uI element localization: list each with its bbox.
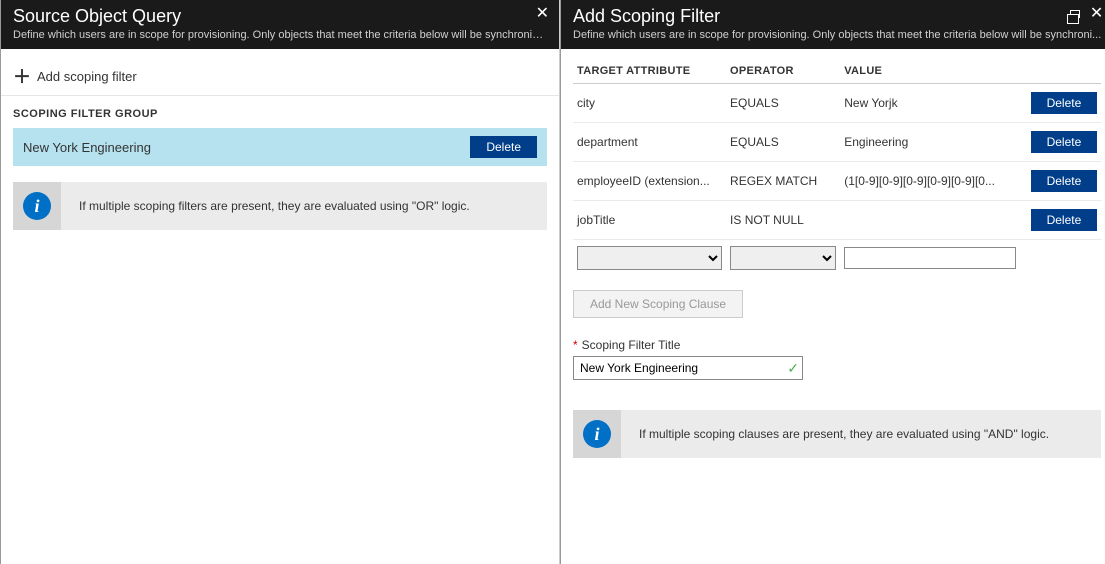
panel-body: TARGET ATTRIBUTE OPERATOR VALUE city EQU…	[561, 49, 1105, 564]
new-clause-row	[573, 240, 1101, 279]
restore-icon[interactable]	[1070, 6, 1080, 22]
add-scoping-filter-panel: Add Scoping Filter Define which users ar…	[560, 0, 1105, 564]
delete-row-button[interactable]: Delete	[1031, 92, 1098, 114]
check-icon: ✓	[787, 360, 799, 377]
cell-op: IS NOT NULL	[726, 201, 840, 240]
cell-op: EQUALS	[726, 123, 840, 162]
panel-title: Add Scoping Filter	[573, 6, 1101, 27]
filter-group-row[interactable]: New York Engineering Delete	[13, 128, 547, 166]
panel-subtitle: Define which users are in scope for prov…	[573, 29, 1101, 41]
scoping-filter-title-label: *Scoping Filter Title	[573, 338, 1101, 352]
table-row[interactable]: employeeID (extension... REGEX MATCH (1[…	[573, 162, 1101, 201]
scoping-filter-title-input[interactable]	[573, 356, 803, 380]
cell-val: New Yorjk	[840, 84, 1019, 123]
panel-title: Source Object Query	[13, 6, 547, 27]
info-icon-wrap: i	[573, 410, 621, 458]
add-scoping-filter-button[interactable]: ＋ Add scoping filter	[1, 57, 559, 96]
cell-val: Engineering	[840, 123, 1019, 162]
close-icon[interactable]: ✕	[1090, 6, 1103, 22]
info-box: i If multiple scoping clauses are presen…	[573, 410, 1101, 458]
cell-attr: employeeID (extension...	[573, 162, 726, 201]
table-row[interactable]: department EQUALS Engineering Delete	[573, 123, 1101, 162]
delete-row-button[interactable]: Delete	[1031, 170, 1098, 192]
value-input[interactable]	[844, 247, 1015, 269]
close-icon[interactable]: ✕	[536, 6, 549, 22]
scoping-filter-table: TARGET ATTRIBUTE OPERATOR VALUE city EQU…	[573, 59, 1101, 278]
cell-attr: jobTitle	[573, 201, 726, 240]
th-value: VALUE	[840, 59, 1019, 84]
th-operator: OPERATOR	[726, 59, 840, 84]
panel-body: ＋ Add scoping filter SCOPING FILTER GROU…	[1, 49, 559, 564]
info-icon: i	[583, 420, 611, 448]
info-icon: i	[23, 192, 51, 220]
panel-subtitle: Define which users are in scope for prov…	[13, 29, 547, 41]
cell-op: REGEX MATCH	[726, 162, 840, 201]
required-star-icon: *	[573, 338, 578, 352]
info-text: If multiple scoping clauses are present,…	[639, 427, 1049, 441]
delete-row-button[interactable]: Delete	[1031, 131, 1098, 153]
operator-select[interactable]	[730, 246, 836, 270]
attribute-select[interactable]	[577, 246, 722, 270]
cell-attr: city	[573, 84, 726, 123]
scoping-filter-group-label: SCOPING FILTER GROUP	[13, 108, 547, 120]
table-row[interactable]: jobTitle IS NOT NULL Delete	[573, 201, 1101, 240]
delete-group-button[interactable]: Delete	[470, 136, 537, 158]
add-new-scoping-clause-button[interactable]: Add New Scoping Clause	[573, 290, 743, 318]
table-row[interactable]: city EQUALS New Yorjk Delete	[573, 84, 1101, 123]
info-box: i If multiple scoping filters are presen…	[13, 182, 547, 230]
source-object-query-panel: Source Object Query Define which users a…	[0, 0, 560, 564]
add-filter-label: Add scoping filter	[37, 69, 137, 84]
th-target-attribute: TARGET ATTRIBUTE	[573, 59, 726, 84]
cell-op: EQUALS	[726, 84, 840, 123]
panel-header: Add Scoping Filter Define which users ar…	[561, 0, 1105, 49]
info-text: If multiple scoping filters are present,…	[79, 199, 470, 213]
panel-header: Source Object Query Define which users a…	[1, 0, 559, 49]
delete-row-button[interactable]: Delete	[1031, 209, 1098, 231]
cell-val	[840, 201, 1019, 240]
cell-val: (1[0-9][0-9][0-9][0-9][0-9][0...	[840, 162, 1019, 201]
plus-icon: ＋	[13, 63, 31, 89]
info-icon-wrap: i	[13, 182, 61, 230]
cell-attr: department	[573, 123, 726, 162]
filter-group-name: New York Engineering	[23, 140, 151, 155]
